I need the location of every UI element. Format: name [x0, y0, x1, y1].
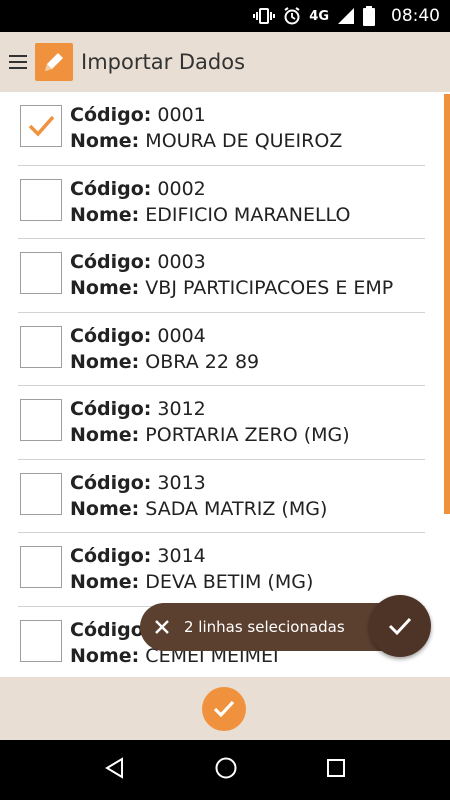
- recents-icon[interactable]: [326, 758, 346, 782]
- snackbar-message: 2 linhas selecionadas: [184, 618, 345, 636]
- nome-label: Nome:: [70, 350, 140, 373]
- nome-value: MOURA DE QUEIROZ: [145, 130, 343, 152]
- checkbox[interactable]: [20, 252, 62, 294]
- clock-time: 08:40: [391, 6, 440, 26]
- nome-value: OBRA 22 89: [145, 350, 260, 373]
- list-item[interactable]: Código: 3014 Nome: DEVA BETIM (MG): [18, 533, 425, 607]
- app-logo-pencil-icon: [35, 43, 73, 81]
- nome-label: Nome:: [70, 424, 140, 446]
- list-item[interactable]: Código: 3012 Nome: PORTARIA ZERO (MG): [18, 386, 425, 460]
- checkmark-icon: [213, 700, 235, 718]
- checkmark-icon: [388, 617, 412, 636]
- checkbox[interactable]: [20, 178, 62, 221]
- home-icon[interactable]: [214, 756, 238, 784]
- close-icon[interactable]: [140, 619, 184, 635]
- list-item[interactable]: Código: 3013 Nome: SADA MATRIZ (MG): [18, 460, 425, 533]
- content-area: Código: 0001 Nome: MOURA DE QUEIROZ Códi…: [0, 92, 450, 677]
- nome-label: Nome:: [70, 497, 140, 520]
- app-bar: Importar Dados: [0, 32, 450, 92]
- checkbox[interactable]: [20, 619, 62, 662]
- checkbox[interactable]: [20, 325, 62, 368]
- list-item[interactable]: Código: 0001 Nome: MOURA DE QUEIROZ: [18, 92, 425, 166]
- vibrate-icon: [253, 8, 276, 24]
- nome-label: Nome:: [70, 203, 140, 226]
- codigo-value: 0003: [157, 251, 206, 273]
- company-list: Código: 0001 Nome: MOURA DE QUEIROZ Códi…: [0, 92, 440, 677]
- alarm-icon: [283, 7, 301, 25]
- battery-icon: [363, 6, 375, 26]
- checkbox[interactable]: [20, 399, 62, 441]
- bottom-bar: [0, 677, 450, 740]
- signal-icon: [337, 7, 355, 25]
- codigo-label: Código:: [70, 177, 152, 200]
- nome-label: Nome:: [70, 644, 140, 667]
- codigo-label: Código:: [70, 104, 152, 126]
- nome-label: Nome:: [70, 571, 140, 593]
- codigo-value: 3012: [157, 398, 206, 420]
- checkbox[interactable]: [20, 472, 62, 515]
- confirm-selection-button[interactable]: [369, 595, 431, 657]
- checkmark-icon: [28, 115, 55, 137]
- codigo-label: Código:: [70, 251, 152, 273]
- codigo-value: 0001: [157, 104, 206, 126]
- nome-label: Nome:: [70, 277, 140, 299]
- checkbox[interactable]: [20, 105, 62, 147]
- nome-value: EDIFICIO MARANELLO: [145, 203, 351, 226]
- nome-value: PORTARIA ZERO (MG): [145, 424, 350, 446]
- codigo-value: 0004: [157, 324, 206, 347]
- codigo-label: Código:: [70, 398, 152, 420]
- codigo-value: 3014: [157, 545, 206, 567]
- nome-label: Nome:: [70, 130, 140, 152]
- menu-icon[interactable]: [9, 55, 27, 69]
- codigo-value: 0002: [157, 177, 206, 200]
- codigo-label: Código:: [70, 471, 152, 494]
- selection-snackbar: 2 linhas selecionadas: [140, 595, 431, 657]
- nome-value: VBJ PARTICIPACOES E EMP: [145, 277, 394, 299]
- nome-value: DEVA BETIM (MG): [145, 571, 314, 593]
- codigo-label: Código:: [70, 324, 152, 347]
- codigo-label: Código:: [70, 545, 152, 567]
- page-title: Importar Dados: [81, 50, 246, 74]
- import-confirm-button[interactable]: [202, 687, 246, 731]
- status-bar: 4G 08:40: [0, 0, 450, 32]
- list-item[interactable]: Código: 0003 Nome: VBJ PARTICIPACOES E E…: [18, 239, 425, 313]
- codigo-value: 3013: [157, 471, 206, 494]
- nome-value: SADA MATRIZ (MG): [145, 497, 328, 520]
- scrollbar[interactable]: [444, 94, 450, 514]
- system-nav-bar: [0, 740, 450, 800]
- back-icon[interactable]: [104, 757, 126, 783]
- list-item[interactable]: Código: 0004 Nome: OBRA 22 89: [18, 313, 425, 386]
- checkbox[interactable]: [20, 546, 62, 588]
- network-type-label: 4G: [309, 8, 329, 24]
- list-item[interactable]: Código: 0002 Nome: EDIFICIO MARANELLO: [18, 166, 425, 239]
